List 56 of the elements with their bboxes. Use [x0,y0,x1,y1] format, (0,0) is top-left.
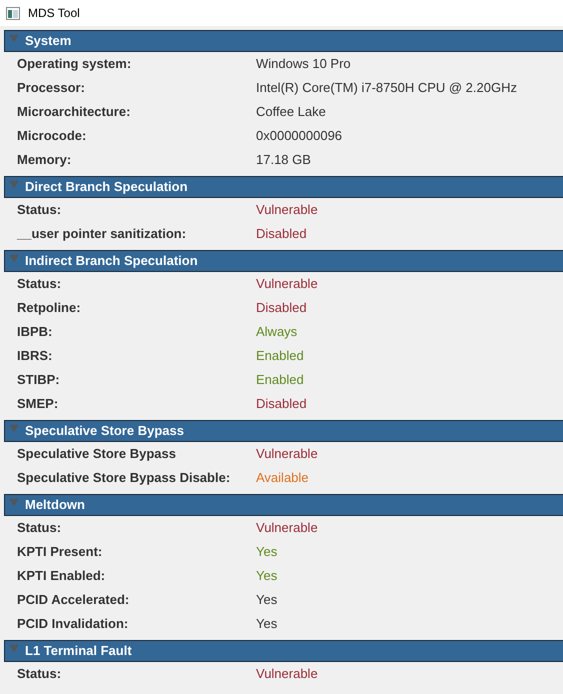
field-label: IBRS: [16,347,54,366]
field-label: Speculative Store Bypass Disable: [16,469,232,488]
field-value: Vulnerable [256,519,318,538]
field-label: STIBP: [16,371,61,390]
section-header[interactable]: Indirect Branch Speculation [4,250,563,272]
field-label: SMEP: [16,395,60,414]
field-label: Processor: [16,79,86,98]
expand-icon[interactable] [9,644,19,652]
field-label: Speculative Store Bypass [16,445,177,464]
section-header[interactable]: Speculative Store Bypass [4,420,563,442]
section-header[interactable]: System [4,30,563,52]
field-label: Retpoline: [16,299,82,318]
field-value: Yes [256,615,278,634]
field-value: Yes [256,543,278,562]
expand-icon[interactable] [9,34,19,42]
field-label: Microcode: [16,127,88,146]
field-label: PCID Invalidation: [16,615,130,634]
field-label: Status: [16,275,62,294]
field-value: Coffee Lake [256,103,326,122]
field-value: Yes [256,591,278,610]
field-value: Vulnerable [256,275,318,294]
field-label: Status: [16,201,62,220]
expand-icon[interactable] [9,254,19,262]
field-value: Yes [256,567,278,586]
field-label: __user pointer sanitization: [16,225,188,244]
field-value: Vulnerable [256,445,318,464]
field-value: Enabled [256,371,304,390]
app-icon [6,6,20,20]
field-label: PCID Accelerated: [16,591,130,610]
field-value: Always [256,323,298,342]
expand-icon[interactable] [9,180,19,188]
field-value: Intel(R) Core(TM) i7-8750H CPU @ 2.20GHz [256,79,517,98]
field-label: KPTI Present: [16,543,104,562]
field-value: Disabled [256,395,307,414]
field-label: Status: [16,519,62,538]
field-value: Vulnerable [256,201,318,220]
section-header[interactable]: L1 Terminal Fault [4,640,563,662]
field-value: 17.18 GB [256,151,311,170]
expand-icon[interactable] [9,424,19,432]
field-value: Windows 10 Pro [256,55,351,74]
field-label: KPTI Enabled: [16,567,106,586]
section-header[interactable]: Meltdown [4,494,563,516]
field-label: Status: [16,665,62,684]
field-label: Operating system: [16,55,132,74]
field-value: 0x0000000096 [256,127,342,146]
field-label: Memory: [16,151,72,170]
window-title: MDS Tool [28,5,80,22]
section-header[interactable]: Direct Branch Speculation [4,176,563,198]
field-value: Disabled [256,299,307,318]
field-value: Vulnerable [256,665,318,684]
field-value: Disabled [256,225,307,244]
field-label: IBPB: [16,323,54,342]
field-label: Microarchitecture: [16,103,132,122]
field-value: Enabled [256,347,304,366]
expand-icon[interactable] [9,498,19,506]
field-value: Available [256,469,309,488]
